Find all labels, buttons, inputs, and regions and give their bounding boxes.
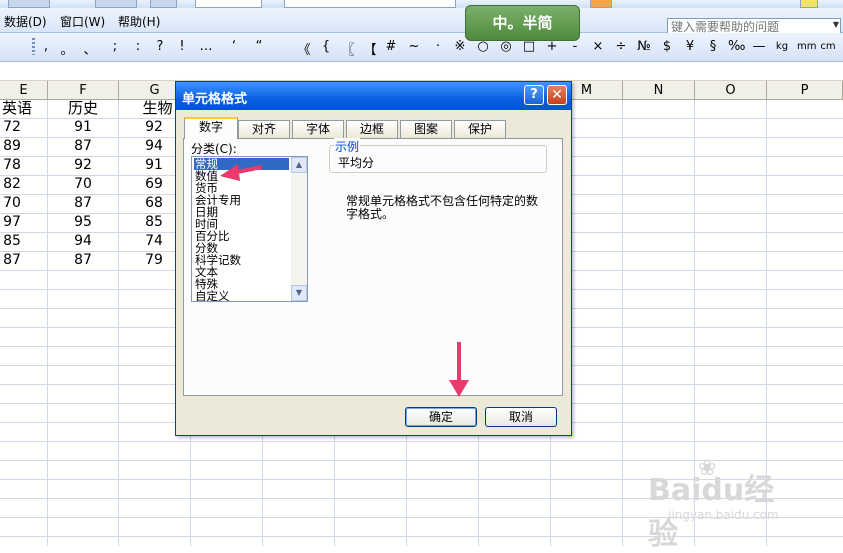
annotation-overlay — [220, 164, 469, 397]
arrow-to-ok-button — [449, 342, 469, 397]
arrow-to-number-category — [220, 164, 263, 181]
tab-number[interactable]: 数字 — [184, 117, 238, 139]
